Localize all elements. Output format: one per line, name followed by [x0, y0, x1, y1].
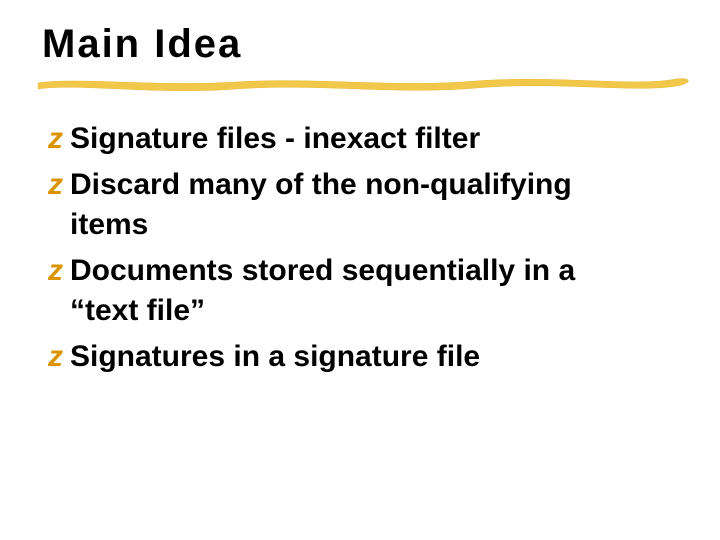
bullet-marker-icon: z	[48, 165, 68, 205]
bullet-marker-icon: z	[48, 337, 68, 377]
title-underline	[36, 73, 698, 95]
bullet-marker-icon: z	[48, 251, 68, 291]
bullet-item: z Documents stored sequentially in a “te…	[48, 251, 678, 331]
bullet-item: z Discard many of the non-qualifying ite…	[48, 165, 678, 245]
bullet-text: Signature files - inexact filter	[70, 119, 480, 159]
bullet-marker-icon: z	[48, 119, 68, 159]
brush-underline-icon	[36, 73, 696, 95]
bullet-text: Discard many of the non-qualifying items	[70, 165, 630, 245]
bullet-text: Signatures in a signature file	[70, 337, 480, 377]
bullet-item: z Signature files - inexact filter	[48, 119, 678, 159]
slide-title: Main Idea	[42, 22, 678, 67]
bullet-text: Documents stored sequentially in a “text…	[70, 251, 630, 331]
bullet-list: z Signature files - inexact filter z Dis…	[42, 119, 678, 377]
slide: Main Idea z Signature files - inexact fi…	[0, 0, 720, 540]
bullet-item: z Signatures in a signature file	[48, 337, 678, 377]
